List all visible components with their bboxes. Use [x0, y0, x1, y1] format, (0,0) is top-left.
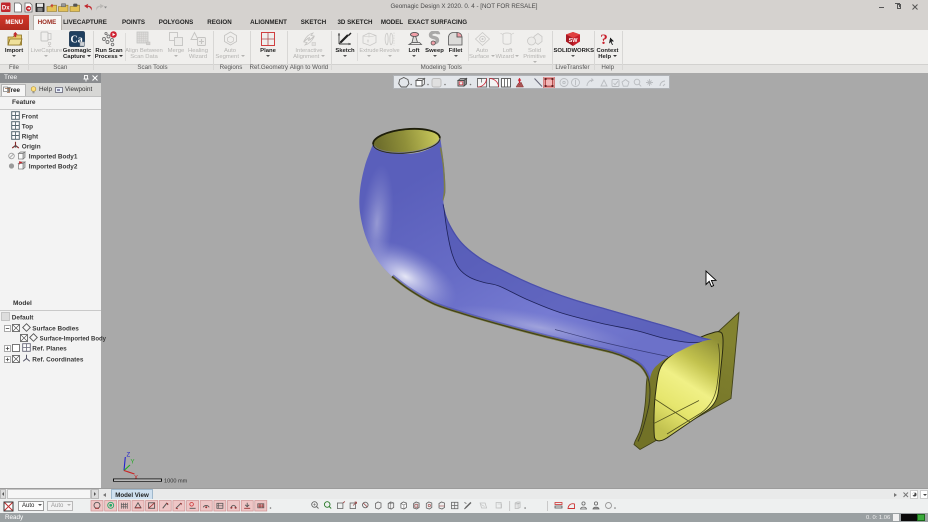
- svg-text:1000 mm: 1000 mm: [164, 478, 188, 484]
- svg-text:?: ?: [600, 32, 608, 47]
- svg-text:Z: Z: [127, 452, 131, 458]
- svg-text:Y: Y: [131, 459, 135, 465]
- svg-text:SW: SW: [568, 38, 578, 44]
